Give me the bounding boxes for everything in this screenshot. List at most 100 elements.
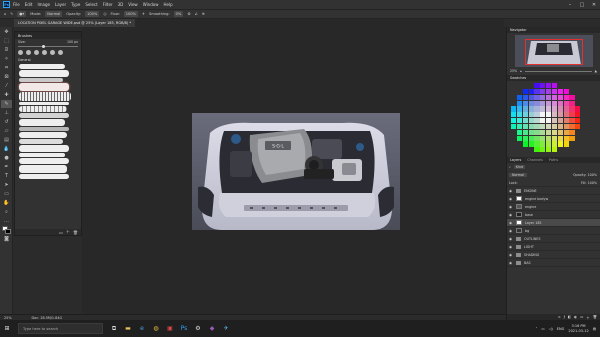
- adjustment-icon[interactable]: ◐: [574, 315, 577, 319]
- swatch[interactable]: [551, 112, 558, 118]
- menu-file[interactable]: File: [13, 2, 20, 7]
- swatch[interactable]: [534, 112, 540, 118]
- brush-preset[interactable]: [19, 119, 65, 126]
- swatch[interactable]: [516, 123, 523, 130]
- swatch[interactable]: [557, 135, 563, 141]
- recent-brush[interactable]: [18, 50, 23, 55]
- mode-select[interactable]: Normal: [45, 11, 63, 17]
- swatch[interactable]: [516, 129, 523, 135]
- swatch[interactable]: [522, 141, 528, 147]
- recent-brush[interactable]: [42, 50, 47, 55]
- zoom-in-icon[interactable]: ▲: [595, 69, 597, 73]
- blur-tool-icon[interactable]: 💧: [1, 145, 12, 153]
- path-select-tool-icon[interactable]: ➤: [1, 181, 12, 189]
- layer-row[interactable]: ◉ ENGINE: [507, 187, 600, 195]
- stamp-tool-icon[interactable]: ⊥: [1, 109, 12, 117]
- eye-icon[interactable]: ◉: [509, 221, 513, 225]
- brush-preset[interactable]: [19, 106, 67, 112]
- swatch[interactable]: [528, 135, 534, 141]
- swatch[interactable]: [534, 123, 540, 130]
- swatch[interactable]: [522, 129, 528, 135]
- swatch[interactable]: [511, 118, 517, 124]
- brush-size-slider[interactable]: [18, 45, 78, 48]
- swatch[interactable]: [534, 100, 540, 106]
- swatch[interactable]: [557, 118, 563, 124]
- swatch[interactable]: [528, 123, 534, 130]
- brush-size-value[interactable]: 100 px: [67, 40, 78, 44]
- navigator-title[interactable]: Navigator: [507, 27, 600, 33]
- swatch[interactable]: [569, 106, 575, 112]
- swatch[interactable]: [528, 88, 534, 95]
- color-swatch-icon[interactable]: [1, 226, 12, 234]
- brush-preset[interactable]: [19, 70, 69, 77]
- navigator-zoom-value[interactable]: 25%: [510, 69, 517, 73]
- swatch[interactable]: [540, 88, 546, 95]
- zoom-level[interactable]: 25%: [4, 316, 12, 320]
- file-explorer-icon[interactable]: ▬: [121, 320, 135, 337]
- swatch[interactable]: [551, 141, 558, 147]
- recent-brush[interactable]: [50, 50, 55, 55]
- brush-preset-selected[interactable]: [19, 83, 69, 91]
- swatch[interactable]: [546, 118, 552, 124]
- swatch[interactable]: [516, 112, 523, 118]
- task-view-icon[interactable]: ⧉: [107, 320, 121, 337]
- brush-tool-icon[interactable]: ✎: [10, 12, 13, 16]
- swatch[interactable]: [540, 141, 546, 147]
- brush-preset[interactable]: [19, 127, 69, 131]
- artwork-canvas[interactable]: S·G·L: [192, 113, 400, 230]
- photoshop-taskbar-icon[interactable]: Ps: [177, 320, 191, 337]
- menu-view[interactable]: View: [128, 2, 138, 7]
- swatch[interactable]: [557, 141, 563, 147]
- swatch[interactable]: [557, 129, 563, 135]
- lasso-tool-icon[interactable]: ᘐ: [1, 46, 12, 54]
- tab-layers[interactable]: Layers: [510, 158, 521, 162]
- close-icon[interactable]: ✕: [588, 0, 600, 9]
- swatch[interactable]: [563, 135, 569, 141]
- steam-icon[interactable]: ⚙: [191, 320, 205, 337]
- brush-preset[interactable]: [19, 132, 67, 138]
- swatch[interactable]: [522, 106, 528, 112]
- swatch[interactable]: [557, 88, 563, 95]
- swatch[interactable]: [528, 112, 534, 118]
- tab-paths[interactable]: Paths: [549, 158, 558, 162]
- swatch[interactable]: [546, 100, 552, 106]
- menu-select[interactable]: Select: [85, 2, 97, 7]
- gear-icon[interactable]: ⚙: [187, 12, 190, 16]
- swatch[interactable]: [540, 147, 546, 153]
- brush-preset-picker[interactable]: ●▾: [17, 11, 27, 17]
- angle-icon[interactable]: ∠: [195, 12, 198, 16]
- swatch[interactable]: [551, 88, 558, 95]
- swatch[interactable]: [551, 83, 558, 89]
- hand-tool-icon[interactable]: ✋: [1, 199, 12, 207]
- eye-icon[interactable]: ◉: [509, 213, 513, 217]
- swatch[interactable]: [546, 135, 552, 141]
- layer-row[interactable]: ◉ engine bodyw: [507, 195, 600, 203]
- new-brush-icon[interactable]: ＋: [66, 229, 70, 235]
- swatch[interactable]: [546, 147, 552, 153]
- swatch[interactable]: [575, 123, 581, 130]
- swatch[interactable]: [534, 129, 540, 135]
- menu-type[interactable]: Type: [71, 2, 80, 7]
- swatch[interactable]: [551, 118, 558, 124]
- swatch[interactable]: [546, 106, 552, 112]
- tab-channels[interactable]: Channels: [527, 158, 543, 162]
- new-group-icon[interactable]: ▭: [59, 230, 63, 235]
- swatch[interactable]: [551, 123, 558, 130]
- swatch[interactable]: [546, 112, 552, 118]
- swatch[interactable]: [540, 112, 546, 118]
- swatch[interactable]: [528, 129, 534, 135]
- brush-preset[interactable]: [19, 102, 69, 105]
- recent-brush[interactable]: [34, 50, 39, 55]
- swatch[interactable]: [540, 118, 546, 124]
- home-icon[interactable]: ⌂: [4, 12, 6, 16]
- swatch[interactable]: [511, 106, 517, 112]
- swatch[interactable]: [546, 88, 552, 95]
- eraser-tool-icon[interactable]: ▱: [1, 127, 12, 135]
- swatch[interactable]: [563, 118, 569, 124]
- swatch[interactable]: [546, 123, 552, 130]
- swatch[interactable]: [516, 94, 523, 100]
- swatch[interactable]: [563, 88, 569, 95]
- swatch[interactable]: [516, 135, 523, 141]
- eye-icon[interactable]: ◉: [509, 229, 513, 233]
- swatch[interactable]: [540, 106, 546, 112]
